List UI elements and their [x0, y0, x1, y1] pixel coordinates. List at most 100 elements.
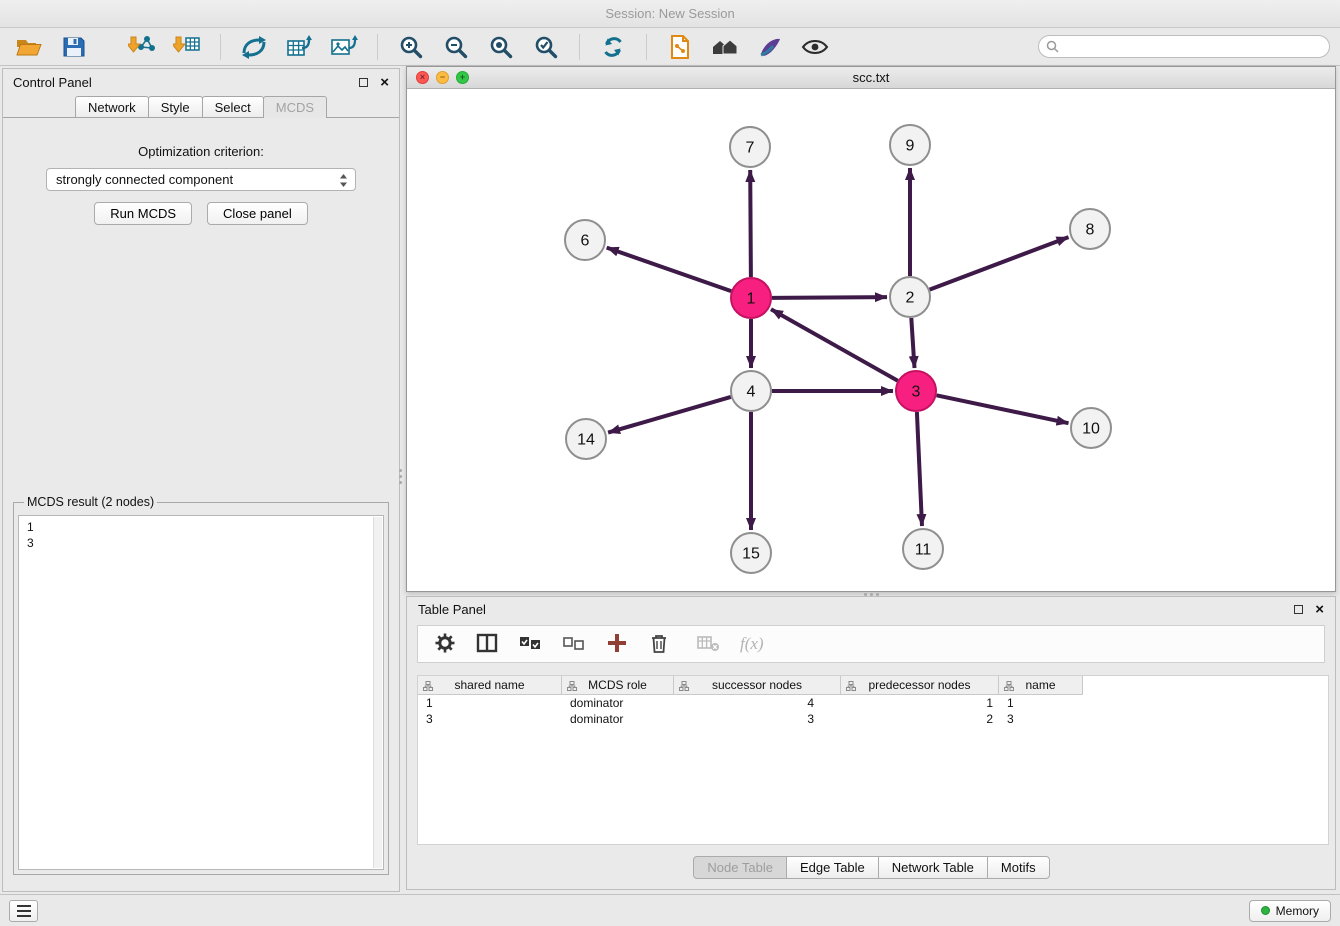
graph-edge-1-6[interactable]	[607, 248, 732, 292]
memory-button[interactable]: Memory	[1249, 900, 1331, 922]
graph-node-2[interactable]: 2	[890, 277, 930, 317]
tab-mcds[interactable]: MCDS	[263, 96, 327, 118]
graph-node-8[interactable]: 8	[1070, 209, 1110, 249]
zoom-out-button[interactable]	[437, 31, 475, 63]
tab-node-table[interactable]: Node Table	[693, 856, 787, 879]
minimize-window-icon[interactable]: −	[436, 71, 449, 84]
float-panel-icon[interactable]	[359, 78, 368, 87]
home-button[interactable]	[706, 31, 744, 63]
close-panel-icon[interactable]: ×	[380, 75, 389, 90]
network-window-title: scc.txt	[407, 70, 1335, 85]
open-session-button[interactable]	[10, 31, 48, 63]
zoom-out-icon	[443, 34, 469, 60]
cell-name[interactable]: 3	[999, 711, 1083, 727]
list-menu-icon	[17, 905, 31, 917]
cell-predecessor-nodes[interactable]: 1	[841, 695, 999, 711]
graph-node-label: 11	[915, 542, 932, 559]
export-table-button[interactable]	[280, 31, 318, 63]
zoom-window-icon[interactable]: +	[456, 71, 469, 84]
cell-mcds-role[interactable]: dominator	[562, 695, 674, 711]
import-table-button[interactable]	[168, 31, 206, 63]
network-graph[interactable]: 7 9 6 8 1 2 4 3 14 10 15 11	[407, 89, 1335, 591]
graph-node-6[interactable]: 6	[565, 220, 605, 260]
create-column-button[interactable]	[606, 632, 628, 657]
graph-node-7[interactable]: 7	[730, 127, 770, 167]
table-settings-button[interactable]	[434, 632, 456, 657]
close-panel-button[interactable]: Close panel	[207, 202, 308, 225]
graph-edge-4-14[interactable]	[608, 397, 731, 433]
zoom-selected-button[interactable]	[527, 31, 565, 63]
deselect-all-button[interactable]	[562, 632, 586, 657]
cell-predecessor-nodes[interactable]: 2	[841, 711, 999, 727]
tab-select[interactable]: Select	[202, 96, 264, 117]
graph-node-15[interactable]: 15	[731, 533, 771, 573]
graph-edge-3-1[interactable]	[771, 309, 898, 380]
column-header-shared-name[interactable]: shared name	[418, 676, 562, 695]
graph-node-label: 2	[906, 290, 915, 307]
import-network-button[interactable]	[123, 31, 161, 63]
graph-edge-2-3[interactable]	[911, 318, 914, 368]
table-row[interactable]: 1 dominator 4 1 1	[418, 695, 1328, 711]
delete-table-button[interactable]	[696, 632, 720, 657]
network-canvas[interactable]: 7 9 6 8 1 2 4 3 14 10 15 11	[407, 89, 1335, 591]
graph-node-3[interactable]: 3	[896, 371, 936, 411]
tab-network-table[interactable]: Network Table	[878, 856, 988, 879]
tab-edge-table[interactable]: Edge Table	[786, 856, 879, 879]
function-builder-button[interactable]: f(x)	[740, 634, 764, 654]
graph-edge-3-10[interactable]	[937, 395, 1069, 423]
graph-node-14[interactable]: 14	[566, 419, 606, 459]
toolbar-separator	[377, 34, 378, 60]
import-network-icon	[128, 34, 156, 60]
graph-node-10[interactable]: 10	[1071, 408, 1111, 448]
search-input[interactable]	[1038, 35, 1330, 58]
graph-node-label: 1	[747, 291, 756, 308]
cell-name[interactable]: 1	[999, 695, 1083, 711]
show-columns-button[interactable]	[476, 632, 498, 657]
delete-column-button[interactable]	[648, 632, 670, 657]
tab-motifs[interactable]: Motifs	[987, 856, 1050, 879]
apply-layout-button[interactable]	[594, 31, 632, 63]
cell-mcds-role[interactable]: dominator	[562, 711, 674, 727]
column-header-mcds-role[interactable]: MCDS role	[562, 676, 674, 695]
cell-shared-name[interactable]: 3	[418, 711, 562, 727]
graph-edge-2-8[interactable]	[930, 237, 1069, 290]
graph-edge-3-11[interactable]	[917, 412, 922, 526]
table-toolbar: f(x)	[417, 625, 1325, 663]
visual-style-button[interactable]	[751, 31, 789, 63]
graph-node-4[interactable]: 4	[731, 371, 771, 411]
tab-network[interactable]: Network	[75, 96, 149, 117]
graph-node-11[interactable]: 11	[903, 529, 943, 569]
column-header-name[interactable]: name	[999, 676, 1083, 695]
mcds-result-box[interactable]: 1 3	[18, 515, 384, 870]
zoom-in-button[interactable]	[392, 31, 430, 63]
control-panel: Control Panel × Network Style Select MCD…	[2, 68, 400, 892]
cell-shared-name[interactable]: 1	[418, 695, 562, 711]
close-window-icon[interactable]: ×	[416, 71, 429, 84]
graph-node-1[interactable]: 1	[731, 278, 771, 318]
graph-edge-1-7[interactable]	[750, 170, 751, 277]
zoom-fit-button[interactable]	[482, 31, 520, 63]
graph-node-9[interactable]: 9	[890, 125, 930, 165]
close-panel-icon[interactable]: ×	[1315, 602, 1324, 617]
float-panel-icon[interactable]	[1294, 605, 1303, 614]
toolbar-separator	[579, 34, 580, 60]
window-title: Session: New Session	[605, 6, 734, 21]
column-header-predecessor-nodes[interactable]: predecessor nodes	[841, 676, 999, 695]
column-header-successor-nodes[interactable]: successor nodes	[674, 676, 841, 695]
result-scrollbar[interactable]	[373, 517, 382, 868]
graphics-details-button[interactable]	[796, 31, 834, 63]
export-image-button[interactable]	[325, 31, 363, 63]
cell-successor-nodes[interactable]: 4	[674, 695, 841, 711]
tab-style[interactable]: Style	[148, 96, 203, 117]
new-network-button[interactable]	[235, 31, 273, 63]
network-window-titlebar[interactable]: × − + scc.txt	[407, 67, 1335, 89]
cell-successor-nodes[interactable]: 3	[674, 711, 841, 727]
run-mcds-button[interactable]: Run MCDS	[94, 202, 192, 225]
save-session-button[interactable]	[55, 31, 93, 63]
network-document-button[interactable]	[661, 31, 699, 63]
table-row[interactable]: 3 dominator 3 2 3	[418, 711, 1328, 727]
graph-edge-1-2[interactable]	[772, 297, 887, 298]
task-history-button[interactable]	[9, 900, 38, 922]
select-all-button[interactable]	[518, 632, 542, 657]
optimization-criterion-dropdown[interactable]: strongly connected component	[46, 168, 356, 191]
